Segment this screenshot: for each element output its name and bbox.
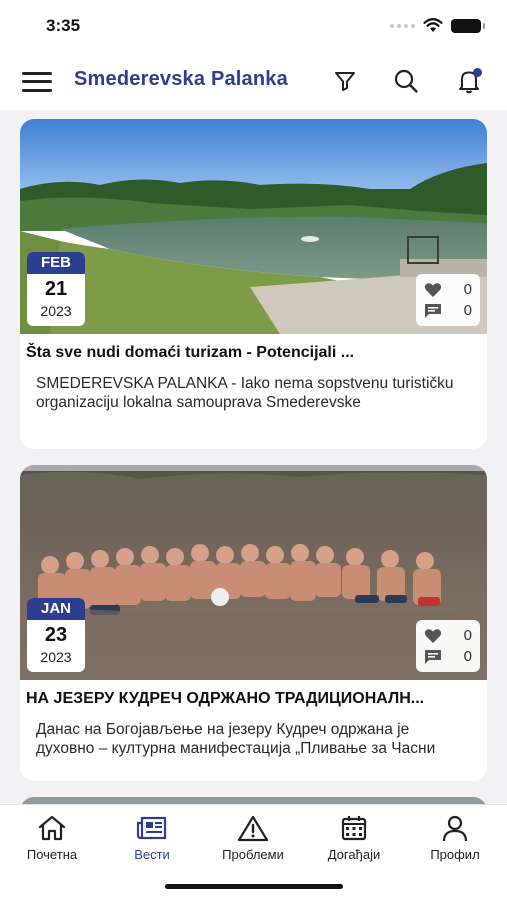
comment-icon xyxy=(425,303,441,318)
comments-count: 0 xyxy=(463,302,472,319)
menu-bar xyxy=(22,80,52,84)
nav-label: Проблеми xyxy=(222,847,284,862)
search-icon xyxy=(394,69,418,93)
calendar-icon xyxy=(341,816,367,841)
stats-badge: 0 0 xyxy=(416,274,480,326)
date-month: JAN xyxy=(27,598,85,620)
menu-button[interactable] xyxy=(22,69,52,95)
nav-item-profile[interactable]: Профил xyxy=(410,813,500,862)
likes-stat[interactable]: 0 xyxy=(424,279,472,300)
news-card[interactable]: JAN 23 2023 0 0 НА ЈЕЗЕРУ КУДРЕЧ ОДРЖАНО… xyxy=(20,465,487,781)
date-year: 2023 xyxy=(40,649,72,665)
nav-item-problems[interactable]: Проблеми xyxy=(208,813,298,862)
app-header: Smederevska Palanka xyxy=(0,54,507,110)
nav-label: Почетна xyxy=(26,847,78,862)
battery-icon xyxy=(451,18,485,33)
stats-badge: 0 0 xyxy=(416,620,480,672)
filter-icon xyxy=(335,72,355,91)
date-badge: FEB 21 2023 xyxy=(27,252,85,326)
comments-count: 0 xyxy=(463,648,472,665)
post-title[interactable]: НА ЈЕЗЕРУ КУДРЕЧ ОДРЖАНО ТРАДИЦИОНАЛН... xyxy=(20,680,487,712)
comments-stat[interactable]: 0 xyxy=(424,646,472,667)
news-icon xyxy=(136,816,167,840)
notifications-button[interactable] xyxy=(454,66,484,96)
people-in-lake-photo: JAN 23 2023 0 0 xyxy=(20,465,487,680)
date-month: FEB xyxy=(27,252,85,274)
user-icon xyxy=(442,815,468,842)
nav-item-events[interactable]: Догађаји xyxy=(309,813,399,862)
heart-icon xyxy=(424,282,442,297)
news-photo xyxy=(20,797,487,804)
status-bar: 3:35 xyxy=(0,0,507,54)
app-title: Smederevska Palanka xyxy=(74,68,288,90)
filter-button[interactable] xyxy=(330,66,360,96)
status-icons xyxy=(390,18,485,33)
likes-count: 0 xyxy=(463,627,472,644)
news-card[interactable]: FEB 21 2023 0 0 Šta sve nudi domaći turi… xyxy=(20,119,487,449)
nav-label: Профил xyxy=(430,847,480,862)
post-excerpt: Данас на Богојављење на језеру Кудреч од… xyxy=(36,721,436,757)
nav-item-news[interactable]: Вести xyxy=(107,813,197,862)
likes-stat[interactable]: 0 xyxy=(424,625,472,646)
likes-count: 0 xyxy=(463,281,472,298)
date-badge: JAN 23 2023 xyxy=(27,598,85,672)
news-feed[interactable]: FEB 21 2023 0 0 Šta sve nudi domaći turi… xyxy=(0,110,507,804)
nav-item-home[interactable]: Почетна xyxy=(7,813,97,862)
status-time: 3:35 xyxy=(46,16,81,35)
heart-icon xyxy=(424,628,442,643)
warning-icon xyxy=(237,815,269,842)
search-button[interactable] xyxy=(391,66,421,96)
wifi-icon xyxy=(423,18,443,32)
date-day: 21 xyxy=(44,278,68,300)
menu-bar xyxy=(22,71,52,75)
news-card[interactable] xyxy=(20,797,487,804)
notification-dot xyxy=(473,68,482,77)
home-indicator xyxy=(165,884,343,889)
home-icon xyxy=(38,815,66,841)
nav-label: Догађаји xyxy=(327,847,381,862)
nav-label: Вести xyxy=(134,847,170,862)
menu-bar xyxy=(22,89,52,93)
comment-icon xyxy=(425,649,441,664)
date-year: 2023 xyxy=(40,303,72,319)
post-title[interactable]: Šta sve nudi domaći turizam - Potencijal… xyxy=(20,334,487,366)
cellular-signal-icon xyxy=(390,23,415,28)
post-excerpt: SMEDEREVSKA PALANKA - Iako nema sopstven… xyxy=(36,375,454,411)
lake-landscape-photo: FEB 21 2023 0 0 xyxy=(20,119,487,334)
comments-stat[interactable]: 0 xyxy=(424,300,472,321)
date-day: 23 xyxy=(44,624,68,646)
